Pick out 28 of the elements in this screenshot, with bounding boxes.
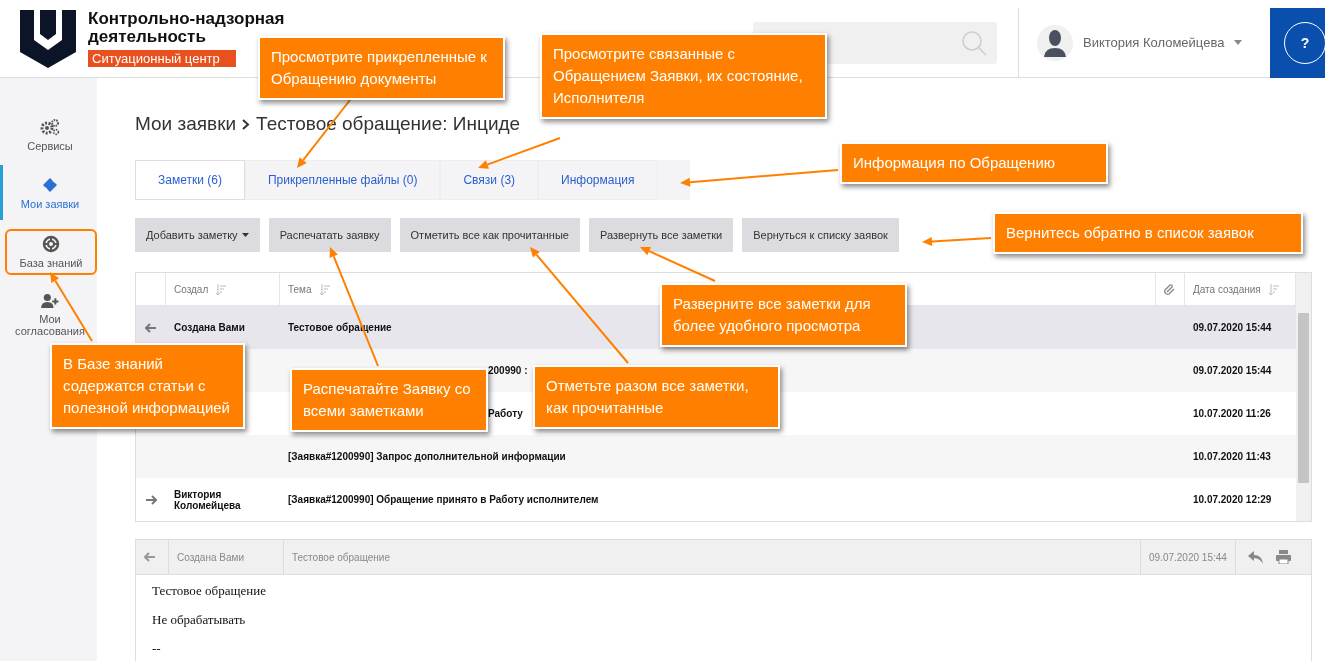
hint-tooltip: Просмотрите связанные с Обращением Заявки, их состояние, Исполнителя (540, 33, 827, 119)
table-cell: Создана Вами (174, 322, 245, 333)
hint-tooltip: Информация по Обращению (840, 142, 1108, 184)
table-cell: 09.07.2020 15:44 (1193, 322, 1272, 333)
hint-tooltip: Просмотрите прикрепленные к Обращению документы (258, 36, 505, 100)
table-cell: 10.07.2020 12:29 (1193, 494, 1272, 505)
note-text: -- (152, 641, 162, 657)
note-subject: Тестовое обращение (292, 551, 390, 563)
table-cell: 10.07.2020 11:26 (1193, 408, 1271, 419)
hint-tooltip: Вернитесь обратно в список заявок (993, 212, 1303, 254)
hint-tooltip: Распечатайте Заявку со всеми заметками (290, 368, 488, 432)
hint-tooltip: Отметьте разом все заметки, как прочитанные (533, 365, 780, 429)
table-cell: Работу (488, 408, 523, 419)
note-date: 09.07.2020 15:44 (1149, 551, 1227, 563)
table-cell-text: Виктория Коломейцева (174, 488, 242, 511)
table-cell: [Заявка#1200990] Запрос дополнительной информации (288, 451, 566, 462)
table-cell: [Заявка#1200990] Обращение принято в Работу исполнителем (288, 494, 599, 505)
table-cell: 09.07.2020 15:44 (1193, 365, 1272, 376)
subtitle-tag: Ситуационный центр (88, 50, 236, 67)
note-text: Тестовое обращение (152, 583, 267, 599)
note-text: Не обрабатывать (152, 612, 247, 628)
hint-tooltip: Разверните все заметки для более удобного просмотра (660, 283, 907, 347)
table-cell: 10.07.2020 11:43 (1193, 451, 1271, 462)
app-title: Контрольно-надзорная (88, 10, 285, 28)
note-author: Создана Вами (177, 551, 244, 563)
app-title: деятельность (88, 28, 207, 46)
table-cell: 200990 : (488, 365, 528, 376)
hint-tooltip: В Базе знаний содержатся статьи с полезной информацией (50, 343, 245, 429)
